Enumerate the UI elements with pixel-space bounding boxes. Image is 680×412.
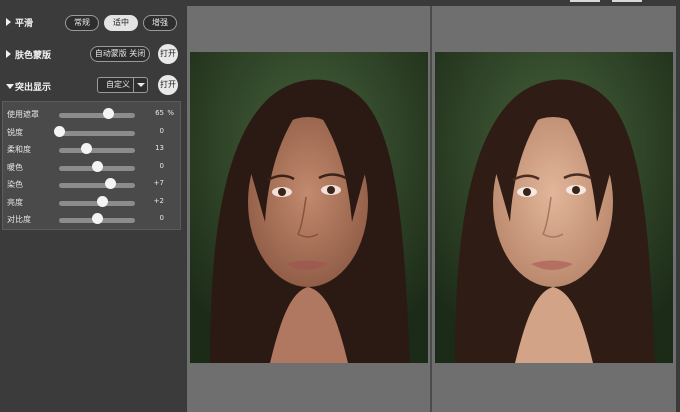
- slider-value: 0: [159, 126, 164, 135]
- expand-arrow-icon[interactable]: [6, 18, 11, 26]
- skin-mask-title: 肤色蒙版: [15, 51, 52, 61]
- smooth-title: 平滑: [15, 19, 34, 29]
- slider-value: 0: [159, 214, 164, 222]
- slider-handle[interactable]: [96, 195, 108, 207]
- slider-row: 暖色 0: [3, 159, 182, 176]
- slider-track[interactable]: [59, 113, 135, 118]
- slider-label: 锐度: [7, 127, 23, 137]
- slider-label: 亮度: [7, 197, 23, 207]
- slider-label: 暖色: [7, 162, 23, 172]
- highlight-open-button[interactable]: 打开: [158, 75, 178, 95]
- slider-track[interactable]: [59, 183, 135, 188]
- slider-handle[interactable]: [92, 160, 103, 172]
- after-photo: [435, 52, 673, 363]
- portrait-before-image: [190, 52, 428, 363]
- highlight-sliders: 使用遮罩 65% 锐度 0 柔和度 13 暖色 0 染色 +7 亮度 +2 对比度 0: [2, 101, 181, 230]
- slider-handle[interactable]: [54, 125, 65, 137]
- preset-value: 自定义: [106, 80, 130, 89]
- slider-handle[interactable]: [92, 213, 103, 224]
- slider-value: 13: [155, 144, 164, 152]
- slider-value: +2: [153, 196, 164, 205]
- collapse-arrow-icon[interactable]: [6, 84, 14, 89]
- before-photo: [190, 52, 428, 363]
- adjustment-panel: 平滑 常规 适中 增强 肤色蒙版 自动蒙版 关闭 打开 突出显示 自定义 打开 …: [0, 0, 186, 412]
- toolbar-edge: [612, 0, 642, 2]
- toolbar-edge: [570, 0, 600, 2]
- highlight-title: 突出显示: [15, 83, 52, 93]
- slider-value: 0: [159, 161, 164, 170]
- chevron-down-icon[interactable]: [133, 78, 147, 92]
- slider-label: 柔和度: [7, 145, 31, 154]
- portrait-after-image: [435, 52, 673, 363]
- slider-value: 65: [155, 109, 164, 117]
- slider-row: 柔和度 13: [3, 141, 182, 158]
- slider-handle[interactable]: [104, 178, 116, 189]
- slider-value: +7: [153, 179, 164, 187]
- slider-row: 锐度 0: [3, 124, 182, 141]
- slider-label: 使用遮罩: [7, 110, 39, 119]
- smooth-option-enhanced[interactable]: 增强: [143, 15, 177, 31]
- auto-mask-toggle[interactable]: 自动蒙版 关闭: [90, 46, 150, 62]
- slider-row: 染色 +7: [3, 176, 182, 193]
- slider-track[interactable]: [59, 130, 135, 136]
- slider-handle[interactable]: [80, 143, 92, 154]
- skin-mask-open-button[interactable]: 打开: [158, 44, 178, 64]
- slider-label: 染色: [7, 180, 23, 189]
- slider-unit: %: [167, 109, 174, 117]
- smooth-option-normal[interactable]: 常规: [65, 15, 99, 31]
- slider-track[interactable]: [59, 148, 135, 153]
- slider-row: 对比度 0: [3, 211, 182, 228]
- expand-arrow-icon[interactable]: [6, 50, 11, 58]
- smooth-option-moderate[interactable]: 适中: [104, 15, 138, 31]
- compare-divider[interactable]: [430, 6, 432, 412]
- slider-row: 亮度 +2: [3, 194, 182, 211]
- highlight-preset-select[interactable]: 自定义: [97, 77, 148, 93]
- slider-row: 使用遮罩 65%: [3, 106, 182, 123]
- slider-label: 对比度: [7, 215, 31, 224]
